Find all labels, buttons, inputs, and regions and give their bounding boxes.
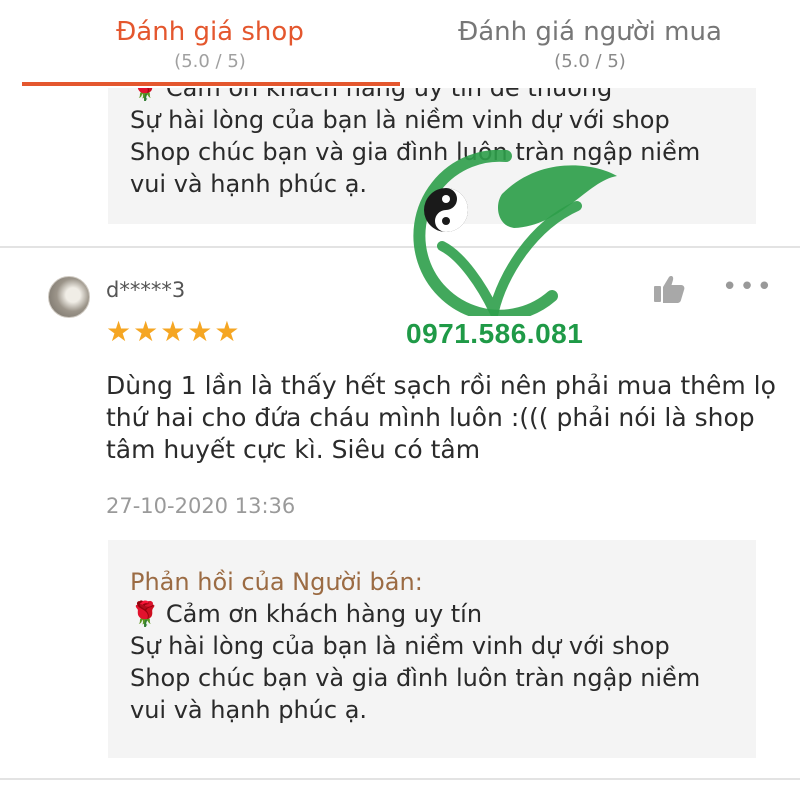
- more-options-icon[interactable]: •••: [722, 272, 774, 302]
- tab-score: (5.0 / 5): [554, 51, 626, 72]
- review-timestamp: 27-10-2020 13:36: [106, 494, 296, 518]
- tab-buyer-rating[interactable]: Đánh giá người mua (5.0 / 5): [400, 14, 780, 74]
- thumbs-up-icon[interactable]: [652, 274, 686, 304]
- review-line: tâm huyết cực kì. Siêu có tâm: [106, 435, 481, 464]
- divider: [0, 246, 800, 248]
- seller-reply-box: Phản hồi của Người bán: 🌹 Cảm ơn khách hà…: [108, 540, 756, 758]
- avatar[interactable]: [48, 276, 90, 318]
- rose-icon: 🌹: [130, 600, 160, 628]
- tab-score: (5.0 / 5): [174, 51, 246, 72]
- brand-logo-watermark: [413, 149, 617, 316]
- review-text: Dùng 1 lần là thấy hết sạch rồi nên phải…: [106, 370, 776, 466]
- reviewer-username: d*****3: [106, 278, 186, 302]
- review-line: Dùng 1 lần là thấy hết sạch rồi nên phải…: [106, 371, 776, 400]
- reply-line: Sự hài lòng của bạn là niềm vinh dự với …: [130, 106, 670, 134]
- reply-line: Sự hài lòng của bạn là niềm vinh dự với …: [130, 632, 670, 660]
- tab-shop-rating[interactable]: Đánh giá shop (5.0 / 5): [20, 14, 400, 74]
- reply-line: vui và hạnh phúc ạ.: [130, 696, 368, 724]
- watermark-phone: 0971.586.081: [406, 318, 584, 349]
- active-tab-indicator: [22, 82, 400, 86]
- tab-title: Đánh giá shop: [116, 17, 304, 47]
- rating-tabs: Đánh giá shop (5.0 / 5) Đánh giá người m…: [0, 0, 800, 88]
- tab-title: Đánh giá người mua: [458, 17, 722, 47]
- reply-line: 🌹 Cảm ơn khách hàng uy tín: [130, 600, 483, 628]
- divider: [0, 778, 800, 780]
- reply-line: Shop chúc bạn và gia đình luôn tràn ngập…: [130, 664, 701, 692]
- rating-stars: ★★★★★: [106, 315, 242, 348]
- review-line: thứ hai cho đứa cháu mình luôn :((( phải…: [106, 403, 755, 432]
- seller-reply-title: Phản hồi của Người bán:: [130, 568, 423, 596]
